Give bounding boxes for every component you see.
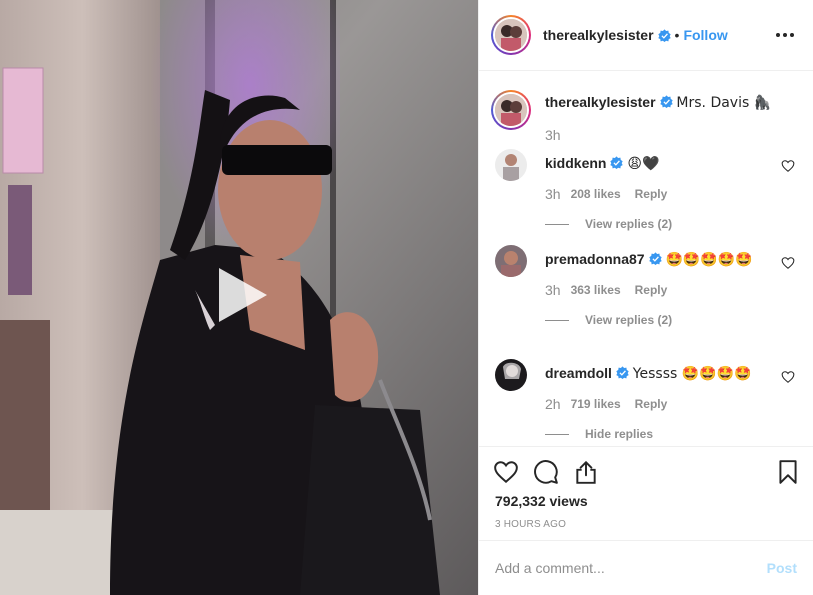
- verified-badge-icon: [616, 366, 629, 379]
- view-replies-label: View replies (2): [585, 217, 673, 231]
- replies-divider: [545, 433, 569, 435]
- bookmark-icon[interactable]: [775, 459, 801, 485]
- more-options-icon[interactable]: [775, 26, 795, 44]
- post-caption: therealkylesister Mrs. Davis 🦍 3h: [491, 90, 771, 143]
- comment-item: premadonna87 🤩🤩🤩🤩🤩 3h 363 likes Reply Vi…: [495, 245, 795, 329]
- reply-button[interactable]: Reply: [635, 185, 668, 203]
- comment-likes[interactable]: 719 likes: [571, 395, 621, 413]
- hide-replies-label: Hide replies: [585, 427, 654, 441]
- comment-item: dreamdoll Yessss 🤩🤩🤩🤩 2h 719 likes Reply…: [495, 359, 795, 443]
- play-button[interactable]: [207, 262, 273, 328]
- commenter-avatar[interactable]: [495, 149, 527, 181]
- comment-likes[interactable]: 363 likes: [571, 281, 621, 299]
- comment-text: 🤩🤩🤩🤩🤩: [665, 252, 753, 268]
- post-video[interactable]: [0, 0, 478, 595]
- comment-time: 2h: [545, 396, 561, 412]
- add-comment-bar: Post: [479, 540, 813, 595]
- verified-badge-icon: [657, 28, 671, 42]
- post-side-panel: therealkylesister • Follow therealkylesi…: [478, 0, 813, 595]
- author-avatar[interactable]: [491, 15, 531, 55]
- post-actions: 792,332 views 3 HOURS AGO: [479, 446, 813, 538]
- comment-icon[interactable]: [533, 459, 559, 485]
- like-comment-heart-icon[interactable]: [781, 159, 795, 173]
- verified-badge-icon: [610, 156, 624, 169]
- like-comment-heart-icon[interactable]: [781, 370, 795, 384]
- hide-replies-link[interactable]: Hide replies: [545, 425, 767, 443]
- replies-divider: [545, 319, 569, 321]
- follow-button[interactable]: Follow: [683, 27, 727, 43]
- comment-text: 😩🖤: [627, 156, 660, 172]
- commenter-username[interactable]: kiddkenn: [545, 155, 606, 171]
- post-header: therealkylesister • Follow: [479, 0, 813, 71]
- author-username[interactable]: therealkylesister: [543, 27, 654, 43]
- play-icon: [219, 268, 267, 322]
- comment-time: 3h: [545, 186, 561, 202]
- verified-badge-icon: [659, 95, 673, 108]
- replies-divider: [545, 223, 569, 225]
- instagram-post: therealkylesister • Follow therealkylesi…: [0, 0, 813, 595]
- post-timestamp[interactable]: 3 HOURS AGO: [495, 519, 566, 530]
- commenter-avatar[interactable]: [495, 245, 527, 277]
- commenter-avatar[interactable]: [495, 359, 527, 391]
- caption-username[interactable]: therealkylesister: [545, 94, 656, 110]
- commenter-username[interactable]: dreamdoll: [545, 365, 612, 381]
- comment-item: kiddkenn 😩🖤 3h 208 likes Reply View repl…: [495, 149, 795, 233]
- reply-button[interactable]: Reply: [635, 281, 668, 299]
- like-comment-heart-icon[interactable]: [781, 256, 795, 270]
- share-icon[interactable]: [573, 459, 599, 485]
- view-count: 792,332 views: [495, 493, 588, 509]
- caption-text: Mrs. Davis 🦍: [676, 95, 772, 111]
- commenter-username[interactable]: premadonna87: [545, 251, 645, 267]
- separator-dot: •: [674, 27, 680, 43]
- caption-avatar[interactable]: [491, 90, 531, 130]
- verified-badge-icon: [648, 252, 662, 265]
- comments-list[interactable]: therealkylesister Mrs. Davis 🦍 3h kiddke…: [479, 72, 813, 446]
- heart-icon[interactable]: [493, 459, 519, 485]
- caption-time: 3h: [545, 127, 561, 143]
- view-replies-label: View replies (2): [585, 313, 673, 327]
- comment-time: 3h: [545, 282, 561, 298]
- view-replies-link[interactable]: View replies (2): [545, 311, 767, 329]
- comment-likes[interactable]: 208 likes: [571, 185, 621, 203]
- comment-input[interactable]: [495, 560, 767, 576]
- view-replies-link[interactable]: View replies (2): [545, 215, 767, 233]
- comment-text: Yessss 🤩🤩🤩🤩: [632, 366, 752, 382]
- reply-button[interactable]: Reply: [635, 395, 668, 413]
- post-comment-button[interactable]: Post: [767, 560, 797, 576]
